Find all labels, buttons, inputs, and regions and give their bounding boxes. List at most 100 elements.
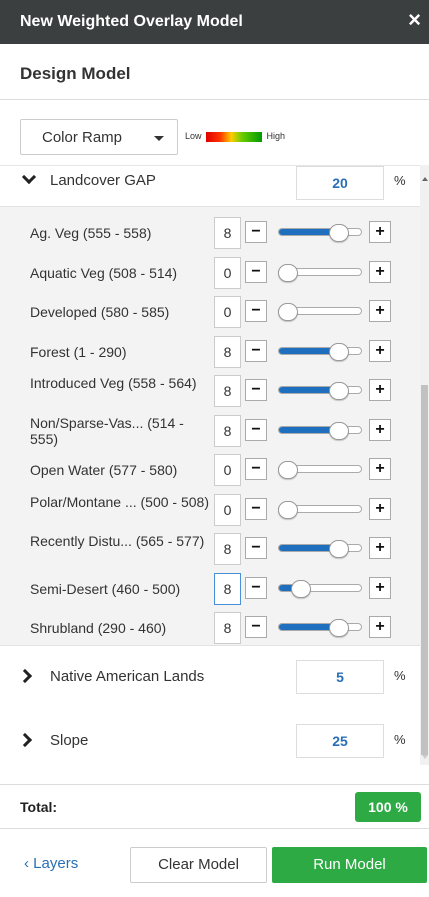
weight-slider[interactable] (278, 303, 364, 321)
weight-slider[interactable] (278, 500, 364, 519)
slider-handle[interactable] (329, 540, 349, 558)
increment-button[interactable]: + (369, 221, 391, 243)
group-row[interactable]: Slope 25% (0, 720, 420, 760)
item-weight-input[interactable]: 8 (214, 335, 241, 368)
decrement-button[interactable]: − (245, 339, 267, 362)
item-weight-input[interactable]: 0 (214, 454, 241, 486)
decrement-button[interactable]: − (245, 576, 267, 599)
chevron-right-icon[interactable] (17, 668, 33, 684)
total-label: Total: (20, 799, 58, 815)
title-bar: New Weighted Overlay Model × (0, 0, 429, 44)
decrement-button[interactable]: − (245, 537, 267, 559)
item-weight-input[interactable]: 8 (214, 572, 241, 605)
slider-handle[interactable] (329, 224, 349, 242)
slider-handle[interactable] (329, 342, 349, 361)
item-name: Developed (580 - 585) (30, 304, 170, 320)
slider-handle[interactable] (278, 461, 298, 479)
slider-track[interactable] (278, 544, 362, 552)
decrement-button[interactable]: − (245, 616, 267, 638)
legend-high-label: High (266, 131, 286, 141)
increment-button[interactable]: + (369, 537, 391, 559)
percent-label: % (394, 668, 406, 683)
increment-button[interactable]: + (369, 458, 391, 480)
increment-button[interactable]: + (369, 300, 391, 322)
percent-label: % (394, 732, 406, 747)
item-name: Aquatic Veg (508 - 514) (30, 264, 178, 281)
clear-model-button[interactable]: Clear Model (130, 847, 267, 883)
item-weight-input[interactable]: 8 (214, 414, 241, 447)
close-icon[interactable]: × (408, 9, 421, 31)
color-ramp-dropdown[interactable]: Color Ramp (20, 119, 178, 155)
chevron-right-icon[interactable] (17, 732, 33, 748)
scrollbar[interactable] (420, 165, 429, 765)
decrement-button[interactable]: − (245, 379, 267, 401)
slider-track[interactable] (278, 228, 362, 236)
increment-button[interactable]: + (369, 497, 391, 520)
slider-handle[interactable] (329, 382, 349, 400)
weight-slider[interactable] (278, 382, 364, 400)
increment-button[interactable]: + (369, 260, 391, 283)
slider-handle[interactable] (329, 619, 349, 637)
slider-track[interactable] (278, 386, 362, 394)
weight-slider[interactable] (278, 421, 364, 440)
color-ramp-legend: Low High (185, 131, 285, 142)
item-weight-input[interactable]: 0 (214, 493, 241, 526)
increment-button[interactable]: + (369, 379, 391, 401)
color-ramp-label: Color Ramp (42, 129, 123, 146)
weight-slider[interactable] (278, 579, 364, 598)
list-item: Aquatic Veg (508 - 514) 0− + (0, 253, 420, 293)
item-name: Recently Distu... (565 - 577) (30, 533, 205, 549)
slider-handle[interactable] (278, 303, 298, 321)
slider-handle[interactable] (329, 421, 349, 440)
scroll-down-icon[interactable] (422, 755, 428, 759)
weight-slider[interactable] (278, 619, 364, 637)
weight-slider[interactable] (278, 342, 364, 361)
increment-button[interactable]: + (369, 616, 391, 638)
increment-button[interactable]: + (369, 339, 391, 362)
group-row[interactable]: Native American Lands 5% (0, 656, 420, 696)
weight-slider[interactable] (278, 263, 364, 282)
decrement-button[interactable]: − (245, 458, 267, 480)
slider-track[interactable] (278, 623, 362, 631)
increment-button[interactable]: + (369, 418, 391, 441)
scroll-up-icon[interactable] (422, 177, 428, 181)
group-row[interactable]: Landcover GAP 20% Ag. Veg (555 - 558) 8− + Aq… (0, 166, 420, 646)
slider-track[interactable] (278, 346, 362, 355)
item-weight-input[interactable]: 8 (214, 217, 241, 249)
layers-link[interactable]: ‹ Layers (24, 855, 78, 872)
item-weight-input[interactable]: 8 (214, 375, 241, 407)
group-weight-input[interactable]: 25 (296, 724, 384, 758)
item-name: Open Water (577 - 580) (30, 462, 178, 478)
item-weight-input[interactable]: 0 (214, 296, 241, 328)
scrollbar-thumb[interactable] (421, 385, 428, 755)
decrement-button[interactable]: − (245, 418, 267, 441)
chevron-down-icon[interactable] (21, 169, 37, 185)
group-weight-input[interactable]: 20 (296, 166, 384, 200)
slider-track[interactable] (278, 425, 362, 434)
weight-slider[interactable] (278, 461, 364, 479)
decrement-button[interactable]: − (245, 497, 267, 520)
increment-button[interactable]: + (369, 576, 391, 599)
slider-handle[interactable] (278, 263, 298, 282)
group-weight-input[interactable]: 5 (296, 660, 384, 694)
weight-slider[interactable] (278, 224, 364, 242)
slider-handle[interactable] (291, 579, 311, 598)
slider-handle[interactable] (278, 500, 298, 519)
page-title: Design Model (20, 64, 131, 83)
chevron-down-icon (154, 136, 164, 141)
group-name: Slope (50, 732, 89, 749)
list-item: Non/Sparse-Vas... (514 - 555) 8− + (0, 411, 420, 451)
decrement-button[interactable]: − (245, 260, 267, 283)
decrement-button[interactable]: − (245, 221, 267, 243)
group-name: Native American Lands (50, 668, 205, 685)
decrement-button[interactable]: − (245, 300, 267, 322)
item-weight-input[interactable]: 8 (214, 612, 241, 644)
list-item: Open Water (577 - 580) 0− + (0, 450, 420, 490)
item-name: Polar/Montane ... (500 - 508) (30, 493, 209, 510)
list-item: Ag. Veg (555 - 558) 8− + (0, 213, 420, 253)
run-model-button[interactable]: Run Model (272, 847, 427, 883)
item-weight-input[interactable]: 8 (214, 533, 241, 565)
item-weight-input[interactable]: 0 (214, 256, 241, 289)
weight-slider[interactable] (278, 540, 364, 558)
item-name: Ag. Veg (555 - 558) (30, 225, 152, 241)
